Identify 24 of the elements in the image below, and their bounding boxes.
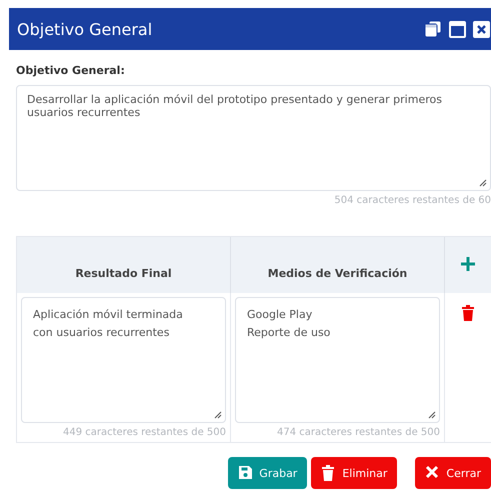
- resize-handle-icon[interactable]: [479, 179, 487, 187]
- textarea-field[interactable]: Google Play Reporte de uso: [235, 297, 440, 423]
- close-icon: [425, 465, 440, 481]
- save-icon: [238, 465, 252, 481]
- delete-button[interactable]: Eliminar: [311, 457, 398, 489]
- column-header: Resultado Final: [17, 237, 231, 293]
- resize-handle-icon[interactable]: [214, 411, 222, 419]
- character-counter: 474 caracteres restantes de 500: [276, 427, 440, 438]
- close-icon[interactable]: [473, 20, 490, 38]
- save-button[interactable]: Grabar: [228, 457, 308, 489]
- objective-textarea[interactable]: Desarrollar la aplicación móvil del prototipo presentado y generar primeros usuarios recurrentes: [16, 85, 491, 191]
- textarea-field[interactable]: Aplicación móvil terminada con usuarios recurrentes: [21, 297, 226, 423]
- trash-icon[interactable]: [461, 305, 475, 321]
- resize-handle-icon[interactable]: [428, 411, 436, 419]
- maximize-icon[interactable]: [449, 20, 466, 38]
- plus-icon[interactable]: [461, 257, 475, 271]
- restore-icon[interactable]: [424, 20, 442, 38]
- column-header: Medios de Verificación: [231, 237, 445, 293]
- character-counter: 449 caracteres restantes de 500: [62, 427, 226, 438]
- window-title: Objetivo General: [17, 20, 152, 38]
- character-counter: 504 caracteres restantes de 60: [333, 195, 491, 206]
- trash-icon: [321, 465, 336, 481]
- close-button[interactable]: Cerrar: [415, 457, 491, 489]
- field-label: Objetivo General:: [16, 64, 126, 77]
